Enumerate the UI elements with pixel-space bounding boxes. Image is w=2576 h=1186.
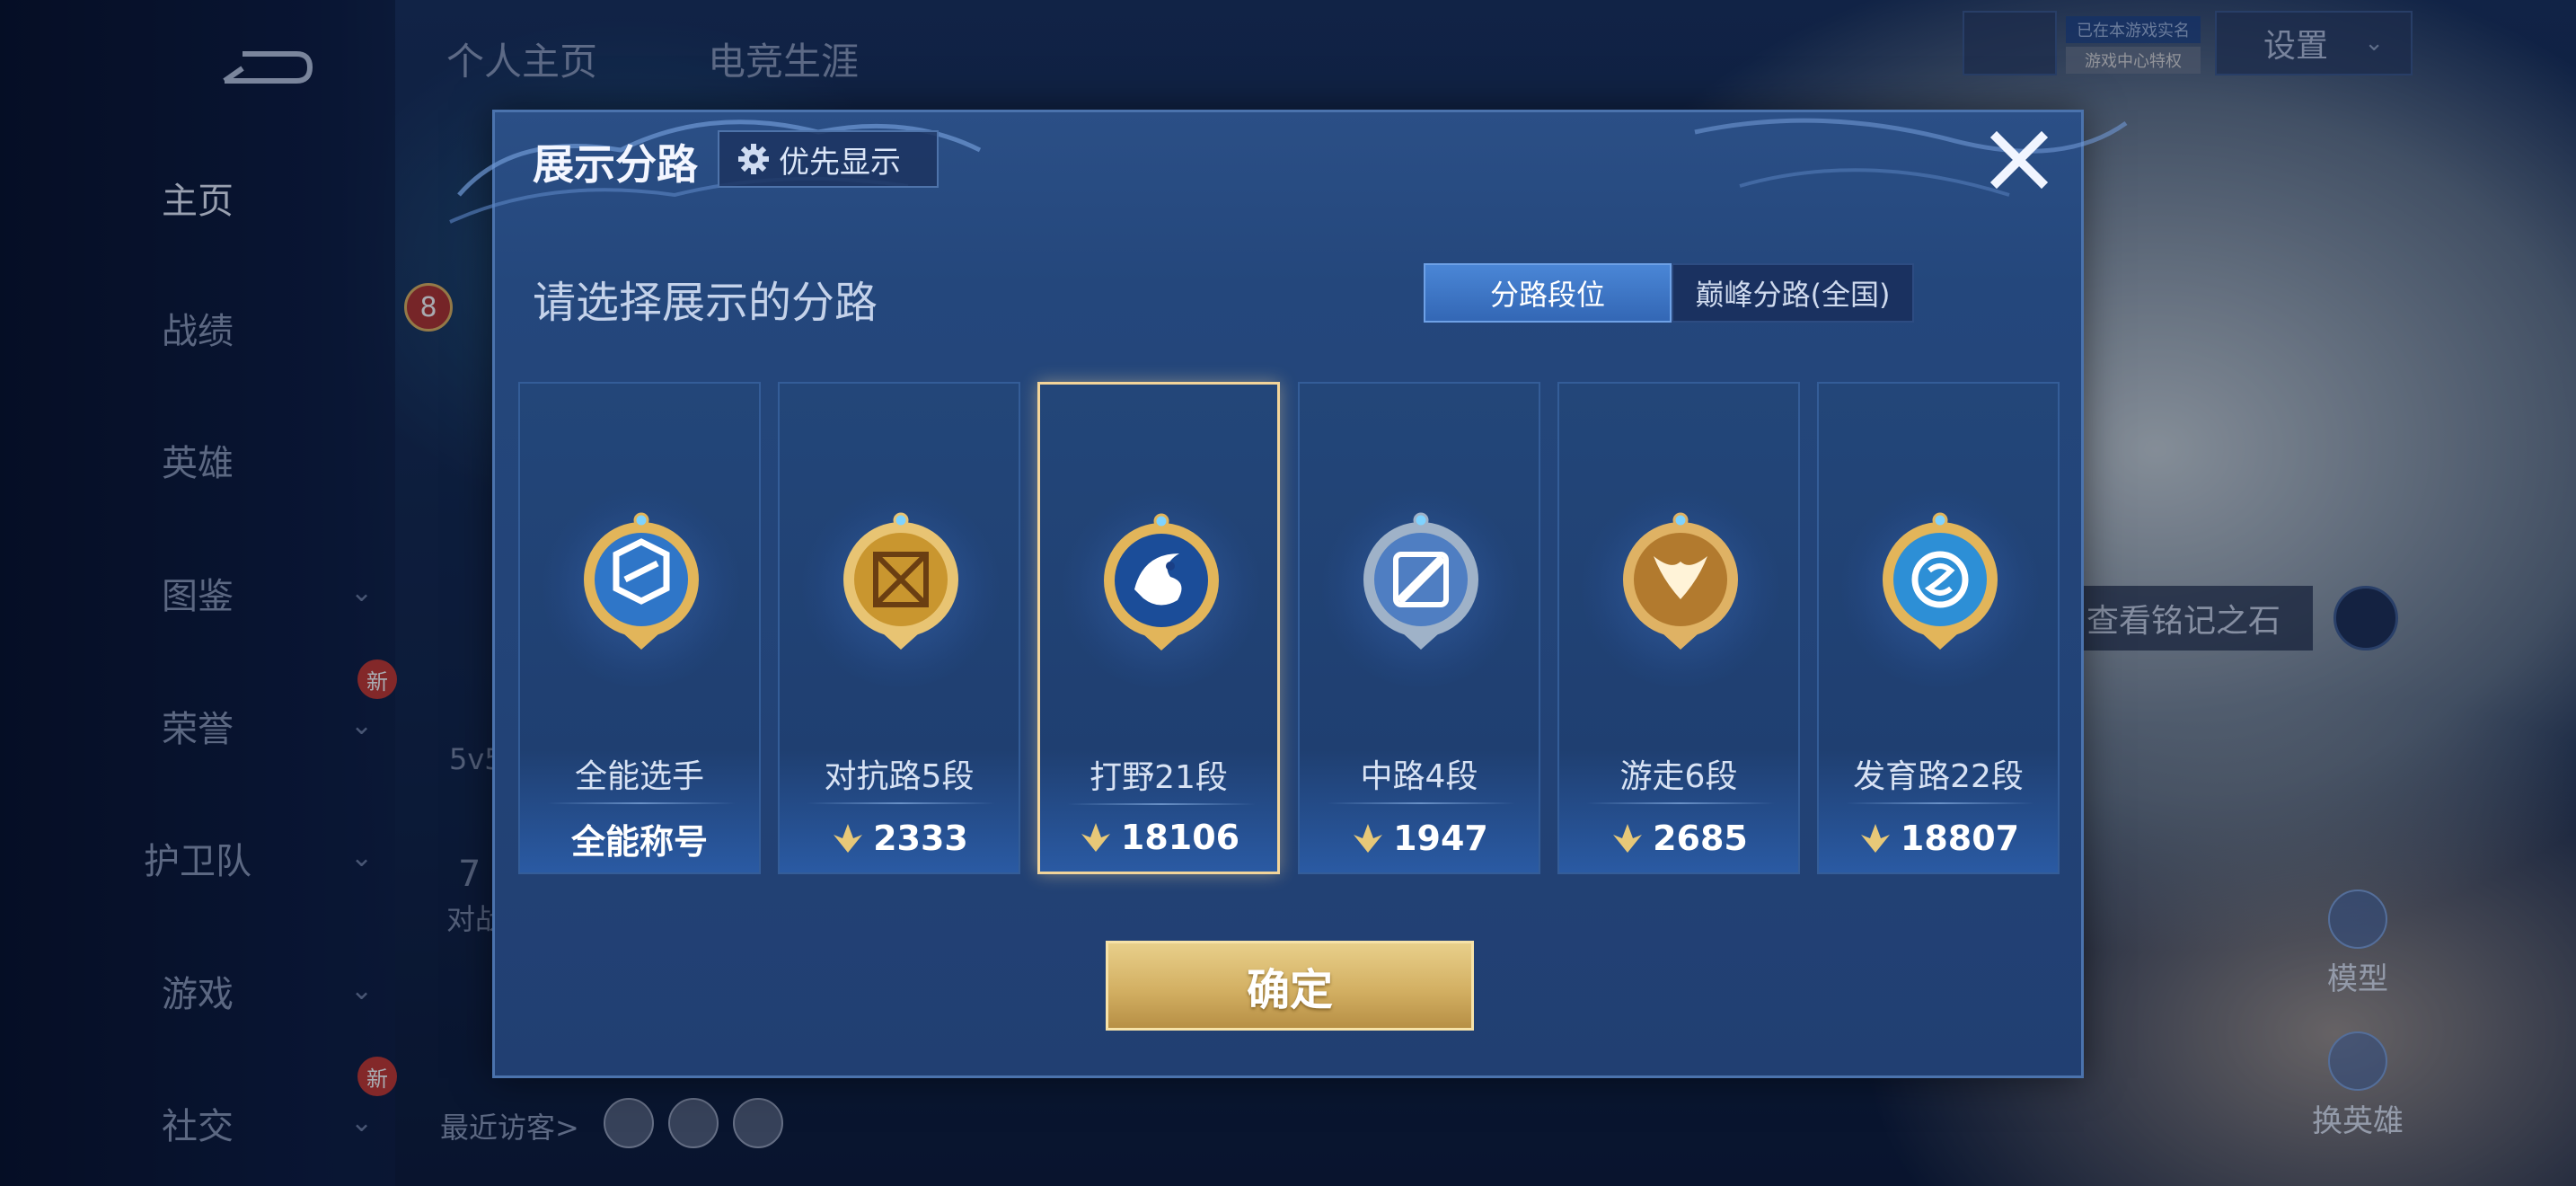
priority-display-button[interactable]: 优先显示 <box>718 130 939 188</box>
lane-points-value: 1947 <box>1393 819 1488 858</box>
lane-points: 全能称号 <box>520 804 759 872</box>
points-icon <box>1081 823 1110 852</box>
lane-points: 18106 <box>1040 803 1277 872</box>
lane-name: 全能选手 <box>574 758 704 795</box>
lane-points-value: 2685 <box>1653 819 1748 858</box>
lane-points: 2685 <box>1559 804 1798 872</box>
lane-name: 发育路22段 <box>1853 758 2024 795</box>
mid-lane-emblem-icon <box>1363 512 1478 650</box>
lane-display-dialog: 展示分路 优先显示 请选择展示的分路 分路段位 巅峰分路(全国) 全能选手全能称… <box>449 110 2128 1078</box>
close-icon <box>1989 130 2049 190</box>
segment-lane-rank[interactable]: 分路段位 <box>1424 263 1672 323</box>
lane-points: 2333 <box>780 804 1019 872</box>
lane-name: 游走6段 <box>1619 758 1738 795</box>
lane-name: 打野21段 <box>1090 759 1228 796</box>
lane-points-value: 18106 <box>1120 818 1240 857</box>
lane-points-value: 18807 <box>1900 819 2020 858</box>
dialog-title: 展示分路 <box>533 140 698 189</box>
lane-card[interactable]: 打野21段 18106 <box>1037 382 1280 874</box>
gear-icon <box>738 144 769 174</box>
clash-lane-emblem-icon <box>843 512 958 650</box>
cloud-ornament-right <box>1694 118 2128 197</box>
lane-name: 中路4段 <box>1360 758 1478 795</box>
lane-card[interactable]: 对抗路5段 2333 <box>778 382 1020 874</box>
lane-card[interactable]: 中路4段 1947 <box>1298 382 1540 874</box>
lane-name: 对抗路5段 <box>824 758 975 795</box>
points-icon <box>1354 824 1383 853</box>
priority-display-label: 优先显示 <box>779 144 901 181</box>
close-button[interactable] <box>1986 127 2052 193</box>
lane-points-value: 全能称号 <box>570 821 708 862</box>
points-icon <box>834 824 863 853</box>
lane-points-value: 2333 <box>873 819 968 858</box>
lane-card[interactable]: 全能选手 全能称号 <box>518 382 761 874</box>
lane-card[interactable]: 发育路22段 18807 <box>1817 382 2060 874</box>
lane-card[interactable]: 游走6段 2685 <box>1557 382 1800 874</box>
lane-points: 1947 <box>1300 804 1539 872</box>
points-icon <box>1613 824 1643 853</box>
roam-emblem-icon <box>1623 512 1738 650</box>
lane-points: 18807 <box>1819 804 2058 872</box>
points-icon <box>1860 824 1890 853</box>
segment-peak-lane[interactable]: 巅峰分路(全国) <box>1672 263 1914 323</box>
dialog-subtitle: 请选择展示的分路 <box>533 278 878 328</box>
confirm-button[interactable]: 确定 <box>1106 941 1474 1031</box>
farm-lane-emblem-icon <box>1883 512 1998 650</box>
jungle-dragon-emblem-icon <box>1104 513 1219 651</box>
all-round-emblem-icon <box>584 512 699 650</box>
